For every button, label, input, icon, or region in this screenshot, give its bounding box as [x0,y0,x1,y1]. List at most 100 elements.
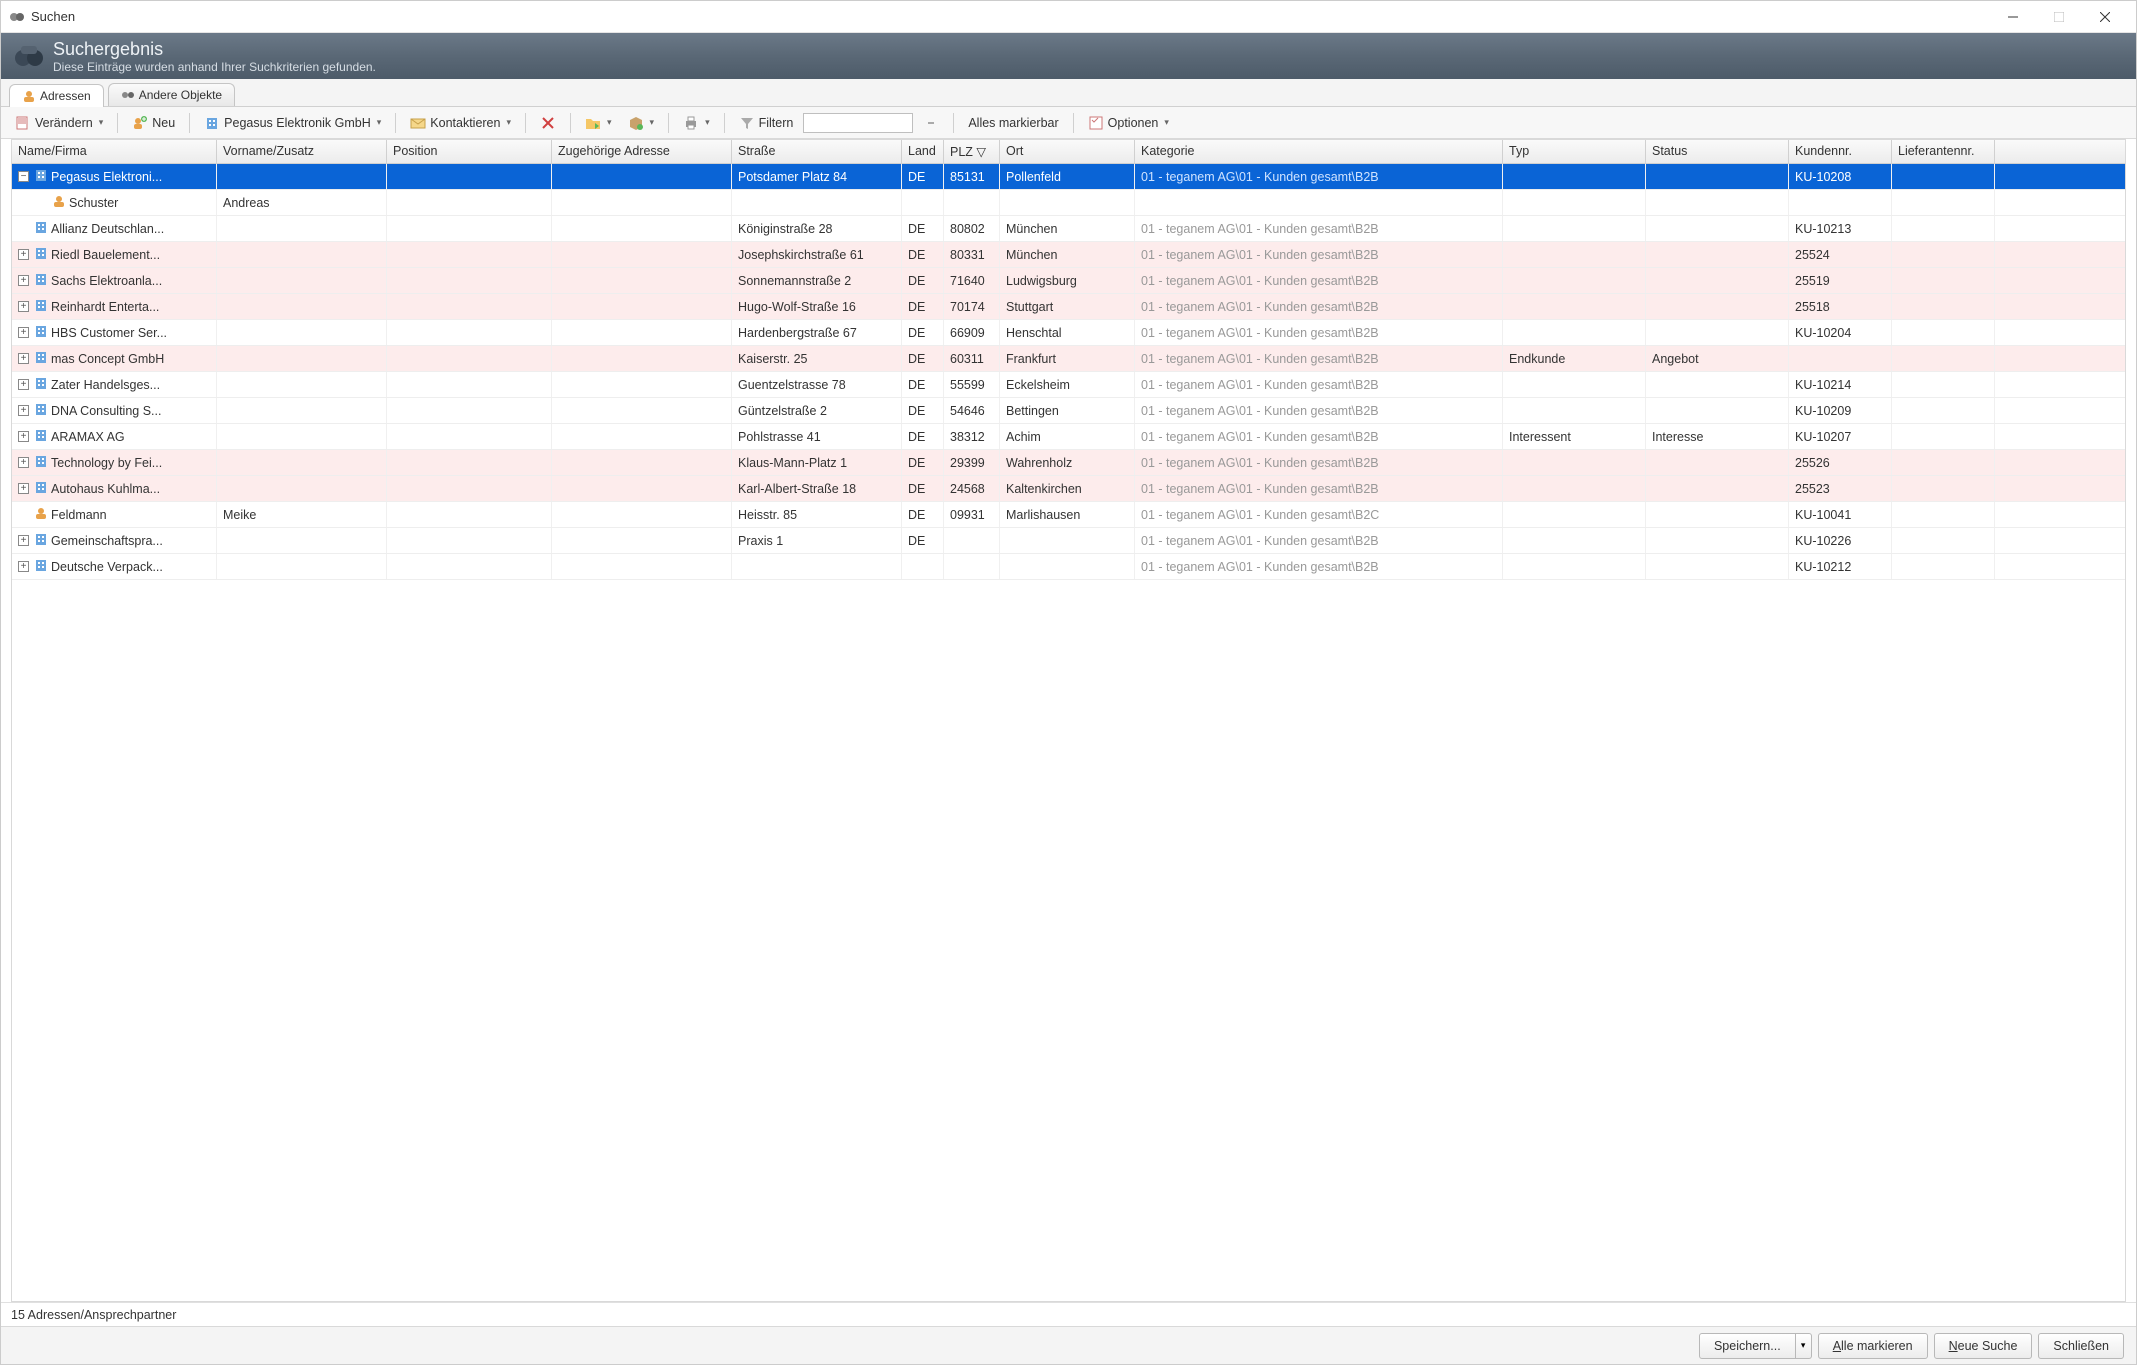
tab-other-label: Andere Objekte [139,88,222,102]
cell-vorname [217,372,387,397]
table-row[interactable]: +ARAMAX AGPohlstrasse 41DE38312Achim01 -… [12,424,2125,450]
grid-body[interactable]: −Pegasus Elektroni...Potsdamer Platz 84D… [12,164,2125,1301]
company-icon [34,558,48,575]
table-row[interactable]: +mas Concept GmbHKaiserstr. 25DE60311Fra… [12,346,2125,372]
grid-header: Name/Firma Vorname/Zusatz Position Zugeh… [12,140,2125,164]
cell-ort: Frankfurt [1000,346,1135,371]
options-button[interactable]: Optionen ▾ [1082,112,1175,134]
table-row[interactable]: +Reinhardt Enterta...Hugo-Wolf-Straße 16… [12,294,2125,320]
cell-position [387,502,552,527]
results-grid: Name/Firma Vorname/Zusatz Position Zugeh… [11,139,2126,1302]
table-row[interactable]: +Zater Handelsges...Guentzelstrasse 78DE… [12,372,2125,398]
col-lieferant[interactable]: Lieferantennr. [1892,140,1995,163]
minimize-button[interactable] [1990,1,2036,33]
tree-toggle[interactable]: + [18,249,29,260]
close-dialog-button[interactable]: Schließen [2038,1333,2124,1359]
tab-addresses[interactable]: Adressen [9,84,104,107]
tree-toggle[interactable]: + [18,457,29,468]
tab-other-objects[interactable]: Andere Objekte [108,83,235,106]
table-row[interactable]: +Technology by Fei...Klaus-Mann-Platz 1D… [12,450,2125,476]
table-row[interactable]: Allianz Deutschlan...Königinstraße 28DE8… [12,216,2125,242]
tree-toggle[interactable]: + [18,379,29,390]
col-zugeh[interactable]: Zugehörige Adresse [552,140,732,163]
delete-button[interactable] [534,112,562,134]
cell-zugeh [552,190,732,215]
cell-lieferantennr [1892,372,1995,397]
cell-kundennr: KU-10214 [1789,372,1892,397]
cell-typ [1503,476,1646,501]
save-dropdown[interactable]: ▾ [1796,1333,1812,1359]
maximize-button[interactable] [2036,1,2082,33]
change-button[interactable]: Verändern ▾ [9,112,109,134]
tree-toggle[interactable]: + [18,353,29,364]
table-row[interactable]: +Riedl Bauelement...Josephskirchstraße 6… [12,242,2125,268]
filter-button[interactable]: Filtern [733,112,800,134]
contacts-icon [22,89,36,103]
col-kategorie[interactable]: Kategorie [1135,140,1503,163]
filter-input[interactable] [803,113,913,133]
col-status[interactable]: Status [1646,140,1789,163]
tree-toggle[interactable]: − [18,171,29,182]
context-button[interactable]: Pegasus Elektronik GmbH ▾ [198,112,387,134]
table-row[interactable]: +Autohaus Kuhlma...Karl-Albert-Straße 18… [12,476,2125,502]
table-row[interactable]: SchusterAndreas [12,190,2125,216]
status-bar: 15 Adressen/Ansprechpartner [1,1302,2136,1326]
cell-zugeh [552,268,732,293]
tree-toggle[interactable]: + [18,431,29,442]
col-plz[interactable]: PLZ ▽ [944,140,1000,163]
cell-plz [944,190,1000,215]
name-text: Gemeinschaftspra... [51,534,163,548]
tree-toggle[interactable]: + [18,483,29,494]
table-row[interactable]: +Deutsche Verpack...01 - teganem AG\01 -… [12,554,2125,580]
col-position[interactable]: Position [387,140,552,163]
cell-lieferantennr [1892,164,1995,189]
cell-kundennr [1789,190,1892,215]
close-button[interactable] [2082,1,2128,33]
tree-toggle[interactable]: + [18,561,29,572]
cell-vorname: Meike [217,502,387,527]
clear-filter-button[interactable] [917,112,945,134]
col-typ[interactable]: Typ [1503,140,1646,163]
package-button[interactable]: ▾ [622,112,661,134]
tree-toggle[interactable]: + [18,405,29,416]
col-strasse[interactable]: Straße [732,140,902,163]
cell-land: DE [902,528,944,553]
separator [953,113,954,133]
cell-zugeh [552,242,732,267]
cell-ort: Henschtal [1000,320,1135,345]
cell-plz: 24568 [944,476,1000,501]
table-row[interactable]: −Pegasus Elektroni...Potsdamer Platz 84D… [12,164,2125,190]
table-row[interactable]: FeldmannMeikeHeisstr. 85DE09931Marlishau… [12,502,2125,528]
col-land[interactable]: Land [902,140,944,163]
col-kundennr[interactable]: Kundennr. [1789,140,1892,163]
print-button[interactable]: ▾ [677,112,716,134]
cell-position [387,554,552,579]
col-name[interactable]: Name/Firma [12,140,217,163]
change-label: Verändern [35,116,93,130]
col-vorname[interactable]: Vorname/Zusatz [217,140,387,163]
table-row[interactable]: +Gemeinschaftspra...Praxis 1DE01 - tegan… [12,528,2125,554]
table-row[interactable]: +DNA Consulting S...Güntzelstraße 2DE546… [12,398,2125,424]
cell-land: DE [902,450,944,475]
tree-toggle[interactable]: + [18,535,29,546]
col-ort[interactable]: Ort [1000,140,1135,163]
table-row[interactable]: +HBS Customer Ser...Hardenbergstraße 67D… [12,320,2125,346]
mark-all-button[interactable]: Alle markieren [1818,1333,1928,1359]
cell-position [387,320,552,345]
tree-toggle[interactable]: + [18,275,29,286]
new-search-button[interactable]: Neue Suche [1934,1333,2033,1359]
cell-strasse: Karl-Albert-Straße 18 [732,476,902,501]
contact-button[interactable]: Kontaktieren ▾ [404,112,517,134]
new-button[interactable]: Neu [126,112,181,134]
save-button[interactable]: Speichern... [1699,1333,1796,1359]
all-markable-button[interactable]: Alles markierbar [962,113,1064,133]
tree-toggle[interactable]: + [18,301,29,312]
cell-plz: 29399 [944,450,1000,475]
tree-toggle[interactable]: + [18,327,29,338]
folder-action-button[interactable]: ▾ [579,112,618,134]
table-row[interactable]: +Sachs Elektroanla...Sonnemannstraße 2DE… [12,268,2125,294]
cell-status [1646,554,1789,579]
cell-position [387,528,552,553]
cell-strasse: Kaiserstr. 25 [732,346,902,371]
cell-lieferantennr [1892,242,1995,267]
